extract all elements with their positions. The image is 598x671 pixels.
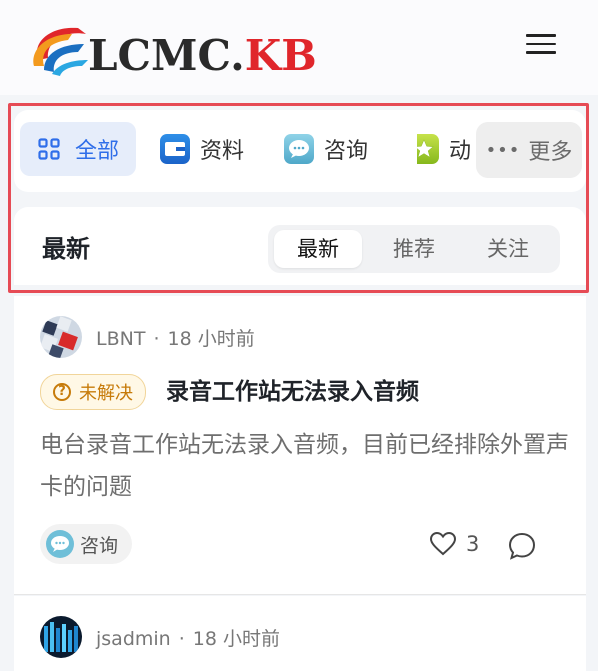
post-card[interactable]: jsadmin · 18 小时前 [14,596,586,671]
question-circle-icon: ? [53,383,71,401]
more-dots-icon: ••• [485,139,521,161]
avatar[interactable] [40,616,82,658]
tag-label: 咨询 [80,534,119,557]
wallet-icon [160,134,190,164]
more-label: 更多 [528,140,573,165]
logo-swoosh-icon [33,27,88,76]
post-meta: LBNT · 18 小时前 [96,328,255,350]
category-activity[interactable]: 动 [417,122,483,176]
comment-icon[interactable] [508,532,536,564]
site-logo[interactable]: LCMC.KB [28,20,317,80]
hamburger-icon[interactable] [526,34,556,62]
sort-title: 最新 [42,235,90,263]
like-count: 3 [466,532,480,556]
category-label: 资料 [200,139,245,164]
grid-icon [37,137,61,161]
category-all[interactable]: 全部 [20,122,136,176]
post-tag[interactable]: 咨询 [40,524,133,564]
status-badge: ? 未解决 [40,374,146,410]
category-bar: 全部 资料 咨询 动 ••• 更多 [14,110,586,192]
post-time: 18 小时前 [192,628,280,650]
avatar[interactable] [40,316,82,358]
more-categories-button[interactable]: ••• 更多 [476,122,582,178]
author-name[interactable]: LBNT [96,328,145,350]
star-icon [417,134,439,164]
post-card[interactable]: LBNT · 18 小时前 ? 未解决 录音工作站无法录入音频 电台录音工作站无法录… [14,296,586,595]
post-time: 18 小时前 [167,328,255,350]
category-materials[interactable]: 资料 [160,122,244,176]
site-header: LCMC.KB [0,0,598,95]
like-button[interactable]: 3 [430,532,479,556]
chat-bubble-icon [284,134,314,164]
post-excerpt: 电台录音工作站无法录入音频，目前已经排除外置声卡的问题 [40,432,569,500]
post-title[interactable]: 录音工作站无法录入音频 [166,372,419,406]
category-label: 全部 [74,139,119,164]
category-label: 咨询 [324,139,369,164]
category-consult[interactable]: 咨询 [284,122,368,176]
category-label: 动 [449,139,472,164]
sort-option-recommended[interactable]: 推荐 [370,230,458,268]
chat-bubble-icon [46,530,74,558]
sort-option-following[interactable]: 关注 [464,230,552,268]
sort-segmented-control: 最新 推荐 关注 [268,225,560,273]
author-name[interactable]: jsadmin [96,628,171,650]
sort-option-latest[interactable]: 最新 [274,230,362,268]
post-meta: jsadmin · 18 小时前 [96,628,280,650]
logo-text: LCMC.KB [88,31,317,80]
sort-bar: 最新 最新 推荐 关注 [14,207,586,285]
heart-icon [430,532,456,556]
